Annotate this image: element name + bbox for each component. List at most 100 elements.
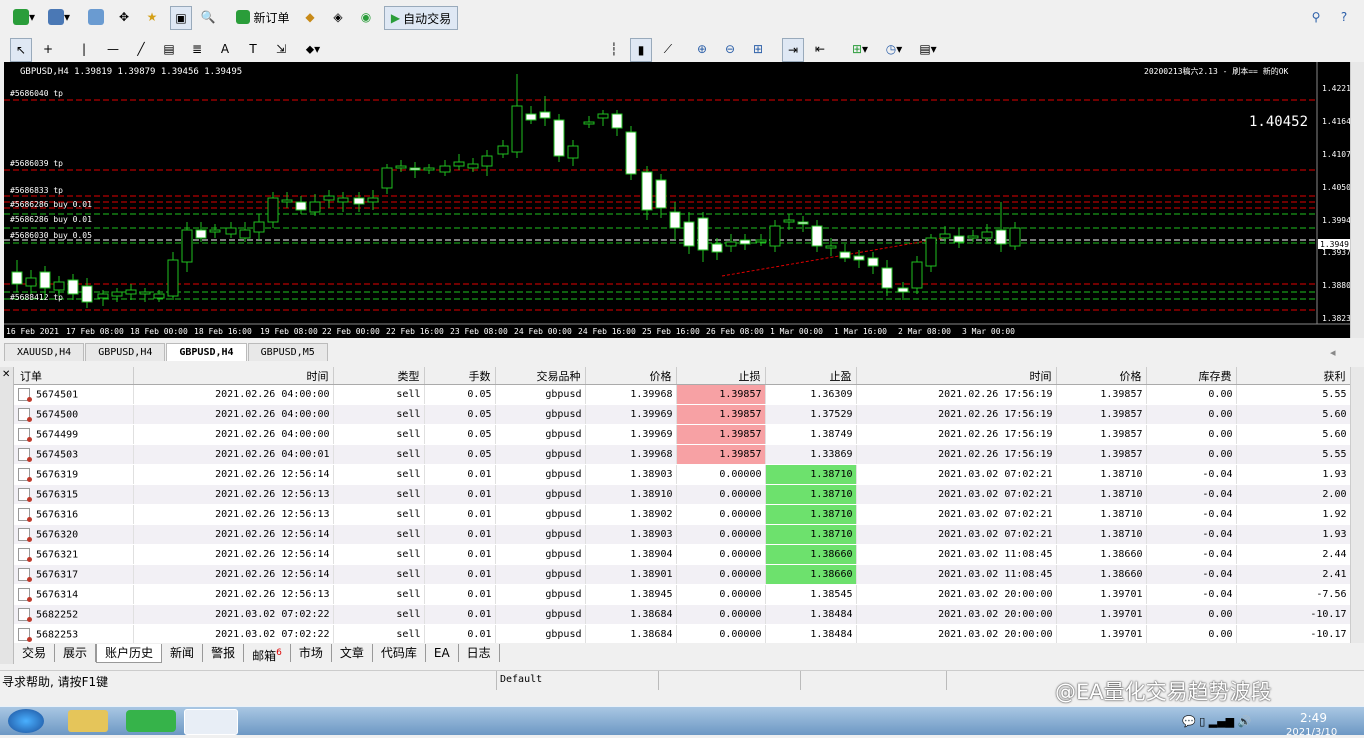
tabs-scroll-left-icon[interactable]: ◂ (1330, 346, 1336, 359)
order-closed-icon (18, 588, 32, 602)
start-button-icon[interactable] (8, 709, 44, 733)
new-chart-icon[interactable]: ▾ (8, 6, 40, 28)
column-header[interactable]: 库存费 (1146, 367, 1237, 385)
candle-body (939, 233, 951, 239)
navigator-icon[interactable]: ✥ (114, 6, 134, 28)
column-header[interactable]: 价格 (585, 367, 677, 385)
text-icon[interactable]: A (216, 38, 234, 60)
chart-tab-active[interactable]: GBPUSD,H4 (166, 343, 247, 361)
arrow-icon[interactable]: ⇲ (272, 38, 290, 60)
column-header[interactable]: 手数 (424, 367, 496, 385)
vertical-line-icon[interactable]: | (76, 38, 92, 60)
terminal-tab[interactable]: 代码库 (373, 644, 426, 662)
table-cell: sell (333, 464, 425, 485)
column-header[interactable]: 止损 (676, 367, 766, 385)
equidistant-channel-icon[interactable]: ▤ (160, 38, 178, 60)
search-icon[interactable]: ⚲ (1306, 6, 1326, 28)
text-label-icon[interactable]: T (244, 38, 262, 60)
candle-body (797, 221, 809, 225)
close-terminal-icon[interactable]: ✕ (2, 369, 10, 380)
terminal-tab[interactable]: 文章 (332, 644, 373, 662)
table-row[interactable]: 5682252 2021.03.02 07:02:22 sell 0.01 gbpusd… (14, 604, 1350, 625)
table-cell: gbpusd (495, 444, 586, 465)
terminal-tab[interactable]: 市场 (291, 644, 332, 662)
time-tick-label: 26 Feb 08:00 (706, 327, 764, 336)
terminal-tab[interactable]: 邮箱6 (244, 644, 291, 663)
profiles-icon[interactable]: ▾ (44, 6, 74, 28)
crosshair-icon[interactable]: + (38, 38, 58, 60)
chart-tab[interactable]: GBPUSD,M5 (247, 343, 328, 361)
zoom-in-icon[interactable]: ⊕ (692, 38, 712, 60)
table-row[interactable]: 5676316 2021.02.26 12:56:13 sell 0.01 gbpusd… (14, 504, 1350, 525)
fibonacci-icon[interactable]: ≣ (188, 38, 206, 60)
column-header[interactable]: 时间 (856, 367, 1057, 385)
candle-body (481, 155, 493, 167)
chart-shift-icon[interactable]: ⇤ (810, 38, 830, 60)
terminal-tab[interactable]: 日志 (459, 644, 500, 662)
table-row[interactable]: 5676315 2021.02.26 12:56:13 sell 0.01 gbpusd… (14, 484, 1350, 505)
metatrader-taskbar-icon[interactable] (184, 709, 238, 735)
chart-vertical-scrollbar[interactable] (1350, 62, 1364, 338)
cursor-icon[interactable]: ↖ (10, 38, 32, 62)
candle-body (39, 271, 51, 289)
table-row[interactable]: 5674500 2021.02.26 04:00:00 sell 0.05 gbpusd… (14, 404, 1350, 425)
table-row[interactable]: 5682253 2021.03.02 07:02:22 sell 0.01 gbpusd… (14, 624, 1350, 643)
trendline-icon[interactable]: ╱ (132, 38, 150, 60)
candle-body (641, 171, 653, 211)
column-header[interactable]: 类型 (333, 367, 425, 385)
table-row[interactable]: 5674499 2021.02.26 04:00:00 sell 0.05 gbpusd… (14, 424, 1350, 445)
column-header[interactable]: 价格 (1056, 367, 1147, 385)
line-chart-icon[interactable]: ⟋ (658, 38, 678, 60)
terminal-tab[interactable]: 账户历史 (96, 644, 163, 663)
column-header[interactable]: 交易品种 (495, 367, 586, 385)
candle-body (967, 235, 979, 239)
new-order-button[interactable]: 新订单 (232, 6, 294, 28)
terminal-tab[interactable]: 警报 (203, 644, 245, 662)
order-closed-icon (18, 628, 32, 642)
chart-tab[interactable]: GBPUSD,H4 (85, 343, 166, 361)
terminal-tab[interactable]: 展示 (55, 644, 97, 662)
table-cell: 2021.02.26 12:56:13 (133, 584, 334, 605)
market-watch-icon[interactable] (86, 6, 106, 28)
price-chart[interactable]: GBPUSD,H4 1.39819 1.39879 1.39456 1.3949… (4, 62, 1351, 338)
column-header[interactable]: 止盈 (765, 367, 857, 385)
zoom-out-icon[interactable]: ⊖ (720, 38, 740, 60)
shapes-icon[interactable]: ⬥▾ (300, 38, 326, 60)
autoscroll-icon[interactable]: ⇥ (782, 38, 804, 62)
table-row[interactable]: 5674503 2021.02.26 04:00:01 sell 0.05 gbpusd… (14, 444, 1350, 465)
table-row[interactable]: 5676320 2021.02.26 12:56:14 sell 0.01 gbpusd… (14, 524, 1350, 545)
terminal-tab[interactable]: 新闻 (162, 644, 204, 662)
column-header[interactable]: 订单 (14, 367, 134, 385)
help-text: 寻求帮助, 请按F1键 (2, 675, 109, 689)
help-icon[interactable]: ? (1334, 6, 1354, 28)
table-row[interactable]: 5676319 2021.02.26 12:56:14 sell 0.01 gbpusd… (14, 464, 1350, 485)
signals-icon[interactable]: ◉ (356, 6, 376, 28)
table-row[interactable]: 5676321 2021.02.26 12:56:14 sell 0.01 gbpusd… (14, 544, 1350, 565)
table-vertical-scrollbar[interactable] (1350, 367, 1364, 643)
terminal-tab[interactable]: 交易 (14, 644, 56, 662)
table-row[interactable]: 5676317 2021.02.26 12:56:14 sell 0.01 gbpusd… (14, 564, 1350, 585)
metaeditor-icon[interactable]: ◆ (300, 6, 320, 28)
auto-trading-button[interactable]: ▶ 自动交易 (384, 6, 458, 30)
column-header[interactable]: 时间 (133, 367, 334, 385)
wechat-icon[interactable] (126, 710, 176, 732)
terminal-icon[interactable]: ▣ (170, 6, 192, 30)
tile-windows-icon[interactable]: ⊞ (748, 38, 768, 60)
table-row[interactable]: 5674501 2021.02.26 04:00:00 sell 0.05 gbpusd… (14, 384, 1350, 405)
indicators-icon[interactable]: ⊞ ▾ (846, 38, 874, 60)
favorites-icon[interactable]: ★ (142, 6, 162, 28)
terminal-tab[interactable]: EA (426, 644, 459, 662)
chart-tab[interactable]: XAUUSD,H4 (4, 343, 85, 361)
candlestick-icon[interactable]: ▮ (630, 38, 652, 62)
horizontal-line-icon[interactable]: — (104, 38, 122, 60)
explorer-icon[interactable] (68, 710, 108, 732)
column-header[interactable]: 获利 (1236, 367, 1350, 385)
bar-chart-icon[interactable]: ┆ (604, 38, 624, 60)
periods-icon[interactable]: ◷ ▾ (880, 38, 908, 60)
table-cell: gbpusd (495, 504, 586, 525)
table-row[interactable]: 5676314 2021.02.26 12:56:13 sell 0.01 gbpusd… (14, 584, 1350, 605)
strategy-tester-icon[interactable]: 🔍 (198, 6, 218, 28)
templates-icon[interactable]: ▤▾ (914, 38, 942, 60)
table-cell: 2021.02.26 12:56:13 (133, 484, 334, 505)
community-icon[interactable]: ◈ (328, 6, 348, 28)
